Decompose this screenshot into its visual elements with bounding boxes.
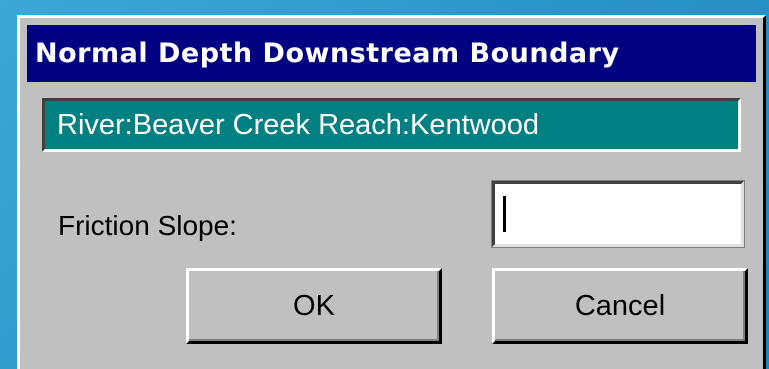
friction-slope-input[interactable] — [491, 180, 745, 248]
text-caret — [503, 196, 506, 232]
friction-slope-label: Friction Slope: — [58, 210, 237, 241]
dialog-title: Normal Depth Downstream Boundary — [35, 38, 620, 69]
river-reach-label: River:Beaver Creek Reach:Kentwood — [57, 108, 539, 141]
ok-button[interactable]: OK — [186, 268, 442, 344]
dialog-title-bar[interactable]: Normal Depth Downstream Boundary — [27, 25, 756, 82]
normal-depth-dialog: Normal Depth Downstream Boundary River:B… — [17, 15, 766, 369]
cancel-button[interactable]: Cancel — [492, 268, 748, 344]
river-reach-location-bar: River:Beaver Creek Reach:Kentwood — [42, 98, 741, 152]
